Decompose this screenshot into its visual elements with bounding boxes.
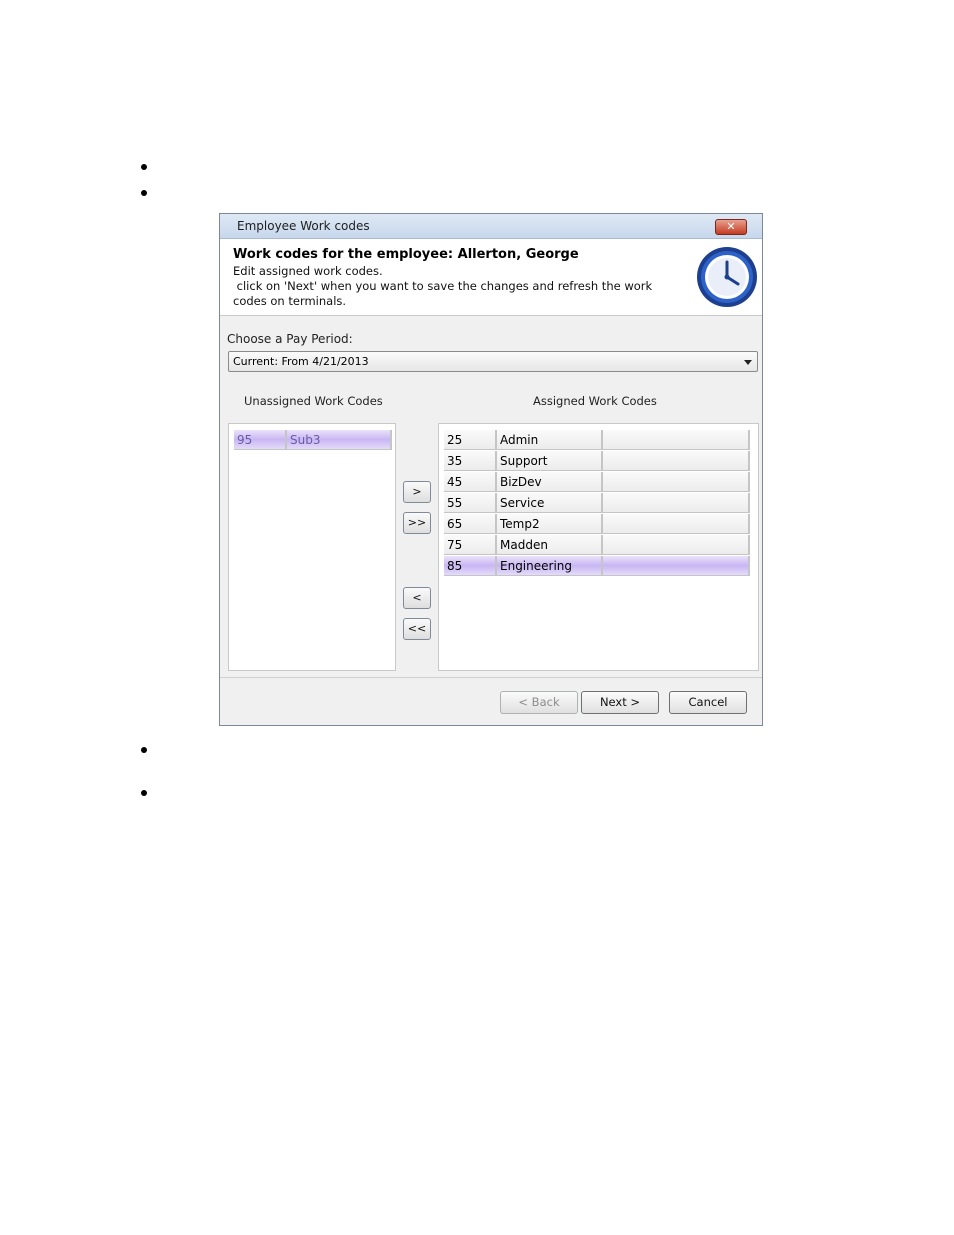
blank-cell xyxy=(603,535,750,555)
blank-cell xyxy=(603,493,750,513)
code-cell: 45 xyxy=(444,472,497,492)
remove-one-button[interactable]: < xyxy=(403,587,431,609)
cancel-button[interactable]: Cancel xyxy=(669,691,747,714)
name-cell: Sub3 xyxy=(287,430,392,450)
code-cell: 95 xyxy=(234,430,287,450)
bullet-2 xyxy=(141,190,147,196)
blank-cell xyxy=(603,556,750,576)
blank-cell xyxy=(603,430,750,450)
employee-work-codes-dialog: Employee Work codes ✕ Work codes for the… xyxy=(219,213,763,726)
code-cell: 75 xyxy=(444,535,497,555)
name-cell: Service xyxy=(497,493,603,513)
name-cell: Madden xyxy=(497,535,603,555)
table-row[interactable]: 25 Admin xyxy=(444,430,750,451)
bullet-1 xyxy=(141,164,147,170)
table-row[interactable]: 35 Support xyxy=(444,451,750,472)
header-instruction-2: click on 'Next' when you want to save th… xyxy=(233,279,653,293)
table-row[interactable]: 75 Madden xyxy=(444,535,750,556)
table-row[interactable]: 65 Temp2 xyxy=(444,514,750,535)
code-cell: 25 xyxy=(444,430,497,450)
unassigned-label: Unassigned Work Codes xyxy=(244,394,383,408)
add-one-button[interactable]: > xyxy=(403,481,431,503)
window-title: Employee Work codes xyxy=(237,219,370,233)
pay-period-value: Current: From 4/21/2013 xyxy=(233,355,369,368)
title-bar: Employee Work codes ✕ xyxy=(220,214,762,239)
header-instruction-3: codes on terminals. xyxy=(233,294,347,308)
name-cell: Admin xyxy=(497,430,603,450)
name-cell: Engineering xyxy=(497,556,603,576)
header-instruction-1: Edit assigned work codes. xyxy=(233,264,383,278)
assigned-label: Assigned Work Codes xyxy=(533,394,657,408)
back-button[interactable]: < Back xyxy=(500,691,578,714)
assigned-list[interactable]: 25 Admin 35 Support 45 BizDev 55 Service… xyxy=(438,423,759,671)
blank-cell xyxy=(603,472,750,492)
remove-all-button[interactable]: << xyxy=(403,618,431,640)
list-item[interactable]: 95 Sub3 xyxy=(234,430,393,451)
name-cell: Temp2 xyxy=(497,514,603,534)
table-row[interactable]: 45 BizDev xyxy=(444,472,750,493)
code-cell: 85 xyxy=(444,556,497,576)
bullet-3 xyxy=(141,747,147,753)
clock-icon xyxy=(697,247,757,307)
pay-period-dropdown[interactable]: Current: From 4/21/2013 xyxy=(228,351,758,372)
table-row[interactable]: 55 Service xyxy=(444,493,750,514)
add-all-button[interactable]: >> xyxy=(403,512,431,534)
code-cell: 65 xyxy=(444,514,497,534)
blank-cell xyxy=(603,451,750,471)
code-cell: 55 xyxy=(444,493,497,513)
blank-cell xyxy=(603,514,750,534)
name-cell: BizDev xyxy=(497,472,603,492)
unassigned-list[interactable]: 95 Sub3 xyxy=(228,423,396,671)
dialog-footer: < Back Next > Cancel xyxy=(220,677,762,725)
dialog-header: Work codes for the employee: Allerton, G… xyxy=(220,239,762,316)
bullet-4 xyxy=(141,790,147,796)
next-button[interactable]: Next > xyxy=(581,691,659,714)
chevron-down-icon[interactable] xyxy=(744,360,752,365)
code-cell: 35 xyxy=(444,451,497,471)
table-row[interactable]: 85 Engineering xyxy=(444,556,750,577)
pay-period-label: Choose a Pay Period: xyxy=(227,332,353,346)
header-title: Work codes for the employee: Allerton, G… xyxy=(233,247,579,262)
close-button[interactable]: ✕ xyxy=(715,219,747,235)
name-cell: Support xyxy=(497,451,603,471)
